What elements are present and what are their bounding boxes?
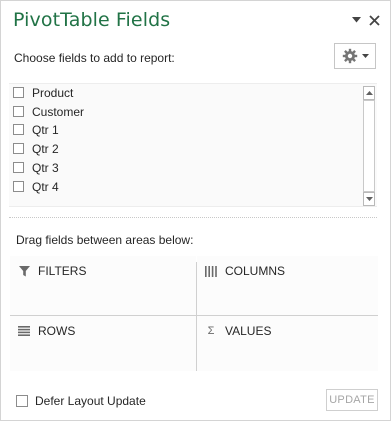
columns-icon <box>205 265 217 277</box>
values-label: VALUES <box>225 324 272 338</box>
filters-label: FILTERS <box>38 264 87 278</box>
field-item-customer[interactable]: Customer <box>13 103 84 120</box>
filter-icon <box>18 265 30 277</box>
scroll-thumb[interactable] <box>363 100 375 192</box>
field-label: Product <box>32 85 74 100</box>
field-checkbox[interactable] <box>13 143 24 154</box>
choose-fields-label: Choose fields to add to report: <box>14 51 175 65</box>
field-label: Qtr 1 <box>32 122 59 137</box>
section-divider <box>9 217 377 218</box>
sigma-icon: Σ <box>207 325 215 337</box>
values-area[interactable]: Σ VALUES <box>197 316 378 371</box>
field-item-product[interactable]: Product <box>13 84 73 101</box>
pivottable-fields-pane: PivotTable Fields Choose fields to add t… <box>0 0 391 421</box>
scroll-down-button[interactable] <box>363 192 375 206</box>
arrow-up-icon <box>365 91 373 95</box>
filters-area[interactable]: FILTERS <box>10 256 196 315</box>
rows-label: ROWS <box>38 324 76 338</box>
columns-area[interactable]: COLUMNS <box>197 256 378 315</box>
defer-checkbox[interactable] <box>16 395 28 407</box>
arrow-down-icon <box>365 197 373 201</box>
defer-label: Defer Layout Update <box>35 394 146 408</box>
areas-horizontal-divider <box>10 315 378 316</box>
rows-area[interactable]: ROWS <box>10 316 196 371</box>
chevron-down-icon <box>361 53 369 58</box>
close-button[interactable] <box>366 10 382 30</box>
field-item-qtr1[interactable]: Qtr 1 <box>13 121 59 138</box>
field-label: Qtr 3 <box>32 160 59 175</box>
field-list-scrollbar[interactable] <box>363 86 375 206</box>
field-checkbox[interactable] <box>13 106 24 117</box>
columns-label: COLUMNS <box>225 264 286 278</box>
areas-grid: FILTERS COLUMNS ROWS Σ VALUES <box>10 256 378 371</box>
field-list: Product Customer Qtr 1 Qtr 2 Qtr 3 Qtr 4 <box>9 83 377 207</box>
gear-icon <box>342 48 357 64</box>
field-item-qtr3[interactable]: Qtr 3 <box>13 159 59 176</box>
field-checkbox[interactable] <box>13 124 24 135</box>
scroll-up-button[interactable] <box>363 86 375 100</box>
pane-title: PivotTable Fields <box>13 9 171 31</box>
field-item-qtr4[interactable]: Qtr 4 <box>13 178 59 195</box>
field-checkbox[interactable] <box>13 162 24 173</box>
field-label: Customer <box>32 104 85 119</box>
defer-layout-update[interactable]: Defer Layout Update <box>16 394 146 408</box>
chevron-down-icon <box>351 17 361 23</box>
rows-icon <box>18 325 30 337</box>
pane-options-button[interactable] <box>350 10 362 30</box>
close-x-icon <box>368 14 380 26</box>
field-item-qtr2[interactable]: Qtr 2 <box>13 140 59 157</box>
field-checkbox[interactable] <box>13 87 24 98</box>
field-checkbox[interactable] <box>13 181 24 192</box>
field-label: Qtr 4 <box>32 179 59 194</box>
areas-vertical-divider <box>196 262 197 371</box>
update-button[interactable]: UPDATE <box>326 389 378 411</box>
field-label: Qtr 2 <box>32 141 59 156</box>
tools-button[interactable] <box>334 43 376 69</box>
drag-fields-label: Drag fields between areas below: <box>16 233 194 247</box>
